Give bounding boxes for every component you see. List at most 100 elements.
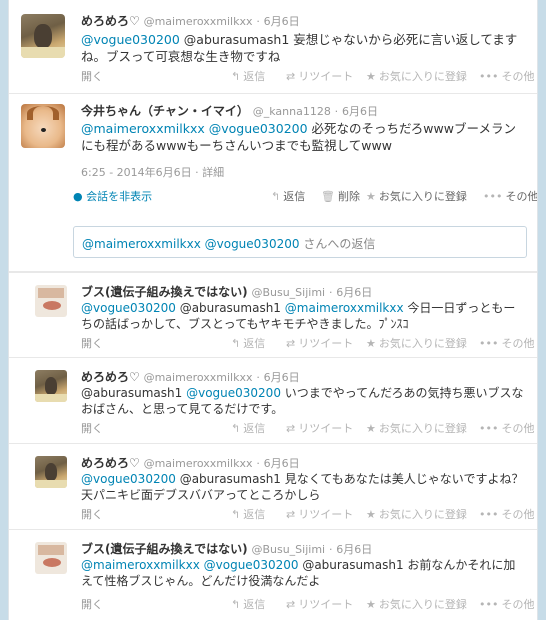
expand-link[interactable]: 開く — [81, 68, 103, 84]
reply-button[interactable]: ↰ 返信 — [231, 335, 265, 351]
mention-link[interactable]: @maimeroxxmilkxx — [285, 301, 404, 315]
tweet-actions: 開く ↰ 返信 ⇄ リツイート ★ お気に入りに登録 ••• その他 — [81, 420, 534, 436]
mention-link[interactable]: @vogue030200 — [81, 472, 176, 486]
tweet-time[interactable]: 6月6日 — [264, 457, 300, 470]
display-name[interactable]: ブス(遺伝子組み換えではない) — [81, 285, 248, 299]
more-button[interactable]: ••• その他 — [479, 596, 534, 612]
avatar[interactable] — [35, 542, 67, 574]
more-button[interactable]: ••• その他 — [483, 188, 537, 204]
mention-link[interactable]: @maimeroxxmilkxx — [81, 121, 205, 136]
star-icon: ★ — [366, 337, 376, 350]
tweet-header: ブス(遺伝子組み換えではない) @Busu_Sijimi · 6月6日 — [81, 542, 373, 556]
avatar[interactable] — [35, 370, 67, 402]
screen-name[interactable]: @maimeroxxmilkxx — [144, 15, 253, 28]
screen-name[interactable]: @Busu_Sijimi — [251, 543, 325, 556]
favorite-button[interactable]: ★ お気に入りに登録 — [366, 188, 467, 204]
tweet-header: 今井ちゃん（チャン・イマイ） @_kanna1128 · 6月6日 — [81, 102, 378, 119]
favorite-button[interactable]: ★ お気に入りに登録 — [366, 596, 467, 612]
reply-button[interactable]: ↰ 返信 — [231, 420, 265, 436]
star-icon: ★ — [366, 190, 376, 203]
favorite-button[interactable]: ★ お気に入りに登録 — [366, 68, 467, 84]
retweet-button[interactable]: ⇄ リツイート — [286, 420, 353, 436]
retweet-icon: ⇄ — [286, 70, 296, 83]
more-icon: ••• — [483, 190, 503, 203]
mention-link[interactable]: @vogue030200 — [81, 32, 180, 47]
tweet-time[interactable]: 6月6日 — [342, 105, 378, 118]
tweet-body-pre: @aburasumash1 — [81, 386, 183, 400]
retweet-button[interactable]: ⇄ リツイート — [286, 596, 353, 612]
reply-icon: ↰ — [231, 70, 241, 83]
separator-dot: · — [256, 15, 260, 28]
mention-link[interactable]: @maimeroxxmilkxx — [81, 558, 200, 572]
tweet-text: @vogue030200 @aburasumash1 見なくてもあなたは美人じゃ… — [81, 471, 525, 503]
mention-link[interactable]: @vogue030200 — [204, 558, 299, 572]
tweet-text: @maimeroxxmilkxx @vogue030200 必死なのそっちだろw… — [81, 120, 525, 154]
reply-input[interactable]: @maimeroxxmilkxx @vogue030200 さんへの返信 — [73, 226, 527, 258]
reply-button[interactable]: ↰ 返信 — [231, 596, 265, 612]
screen-name[interactable]: @Busu_Sijimi — [251, 286, 325, 299]
details-link[interactable]: 詳細 — [202, 166, 224, 179]
mention-link[interactable]: @vogue030200 — [81, 301, 176, 315]
tweet-text: @maimeroxxmilkxx @vogue030200 @aburasuma… — [81, 557, 525, 589]
retweet-icon: ⇄ — [286, 337, 296, 350]
tweet-item[interactable]: めろめろ♡ @maimeroxxmilkxx · 6月6日 @vogue0302… — [9, 0, 537, 94]
favorite-button[interactable]: ★ お気に入りに登録 — [366, 506, 467, 522]
reply-icon: ↰ — [231, 337, 241, 350]
avatar[interactable] — [35, 285, 67, 317]
tweet-item[interactable]: ブス(遺伝子組み換えではない) @Busu_Sijimi · 6月6日 @mai… — [9, 530, 537, 620]
expand-link[interactable]: 開く — [81, 335, 103, 351]
display-name[interactable]: ブス(遺伝子組み換えではない) — [81, 542, 248, 556]
favorite-button[interactable]: ★ お気に入りに登録 — [366, 420, 467, 436]
tweet-time[interactable]: 6月6日 — [264, 371, 300, 384]
delete-button[interactable]: 🗑 削除 — [321, 188, 360, 204]
more-button[interactable]: ••• その他 — [479, 68, 534, 84]
tweet-time[interactable]: 6月6日 — [336, 286, 372, 299]
tweet-time[interactable]: 6月6日 — [264, 15, 300, 28]
reply-icon: ↰ — [271, 190, 281, 203]
star-icon: ★ — [366, 508, 376, 521]
reply-button[interactable]: ↰ 返信 — [271, 188, 305, 204]
tweet-header: ブス(遺伝子組み換えではない) @Busu_Sijimi · 6月6日 — [81, 285, 373, 299]
retweet-button[interactable]: ⇄ リツイート — [286, 506, 353, 522]
tweet-time[interactable]: 6月6日 — [336, 543, 372, 556]
retweet-button[interactable]: ⇄ リツイート — [286, 68, 353, 84]
tweet-text: @aburasumash1 @vogue030200 いつまでやってんだろあの気… — [81, 385, 525, 417]
tweet-item[interactable]: めろめろ♡ @maimeroxxmilkxx · 6月6日 @vogue0302… — [9, 444, 537, 530]
retweet-icon: ⇄ — [286, 422, 296, 435]
tweet-text: @vogue030200 @aburasumash1 @maimeroxxmil… — [81, 300, 525, 332]
reply-button[interactable]: ↰ 返信 — [231, 68, 265, 84]
avatar[interactable] — [35, 456, 67, 488]
tweet-timestamp: 6:25 - 2014年6月6日 · 詳細 — [81, 166, 225, 179]
favorite-button[interactable]: ★ お気に入りに登録 — [366, 335, 467, 351]
display-name[interactable]: めろめろ♡ — [81, 456, 140, 470]
reply-icon: ↰ — [231, 422, 241, 435]
more-button[interactable]: ••• その他 — [479, 335, 534, 351]
screen-name[interactable]: @maimeroxxmilkxx — [144, 457, 253, 470]
screen-name[interactable]: @_kanna1128 — [253, 105, 331, 118]
reply-placeholder: さんへの返信 — [303, 237, 376, 251]
expand-link[interactable]: 開く — [81, 420, 103, 436]
separator-dot: · — [334, 105, 339, 118]
screen-name[interactable]: @maimeroxxmilkxx — [144, 371, 253, 384]
avatar[interactable] — [21, 14, 65, 58]
tweet-header: めろめろ♡ @maimeroxxmilkxx · 6月6日 — [81, 12, 300, 29]
tweet-actions: 開く ↰ 返信 ⇄ リツイート ★ お気に入りに登録 ••• その他 — [81, 68, 534, 84]
more-button[interactable]: ••• その他 — [479, 420, 534, 436]
avatar[interactable] — [21, 104, 65, 148]
reply-button[interactable]: ↰ 返信 — [231, 506, 265, 522]
display-name[interactable]: 今井ちゃん（チャン・イマイ） — [81, 104, 249, 118]
full-timestamp[interactable]: 6:25 - 2014年6月6日 — [81, 166, 192, 179]
tweet-item[interactable]: ブス(遺伝子組み換えではない) @Busu_Sijimi · 6月6日 @vog… — [9, 272, 537, 358]
tweet-item[interactable]: めろめろ♡ @maimeroxxmilkxx · 6月6日 @aburasuma… — [9, 358, 537, 444]
retweet-button[interactable]: ⇄ リツイート — [286, 335, 353, 351]
tweet-actions: 開く ↰ 返信 ⇄ リツイート ★ お気に入りに登録 ••• その他 — [81, 596, 534, 612]
display-name[interactable]: めろめろ♡ — [81, 370, 140, 384]
more-button[interactable]: ••• その他 — [479, 506, 534, 522]
expand-link[interactable]: 開く — [81, 506, 103, 522]
retweet-icon: ⇄ — [286, 598, 296, 611]
expand-link[interactable]: 開く — [81, 596, 103, 612]
mention-link[interactable]: @vogue030200 — [186, 386, 281, 400]
display-name[interactable]: めろめろ♡ — [81, 14, 140, 28]
star-icon: ★ — [366, 598, 376, 611]
mention-link[interactable]: @vogue030200 — [209, 121, 308, 136]
